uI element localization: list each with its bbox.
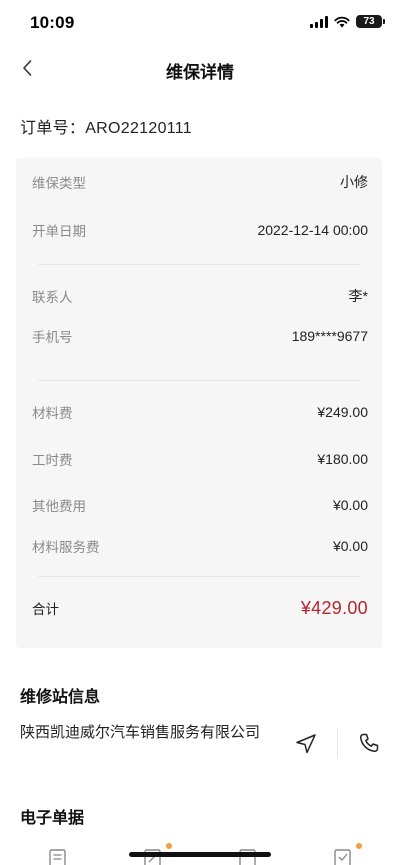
nav-bar: 维保详情 xyxy=(0,46,400,90)
phone-label: 手机号 xyxy=(32,330,73,345)
status-icons: 73 xyxy=(310,15,385,28)
divider xyxy=(38,264,360,265)
phone-icon[interactable] xyxy=(357,731,381,755)
order-number: 订单号：ARO22120111 xyxy=(20,120,192,137)
station-name: 陕西凯迪威尔汽车销售服务有限公司 xyxy=(20,724,261,741)
maintenance-type-value: 小修 xyxy=(340,174,368,190)
notification-dot xyxy=(166,843,172,849)
home-indicator xyxy=(129,852,271,857)
status-bar: 10:09 73 xyxy=(0,0,400,46)
document-icon[interactable] xyxy=(46,848,70,865)
total-value: ¥429.00 xyxy=(300,597,368,618)
open-date-value: 2022-12-14 00:00 xyxy=(257,222,368,238)
notification-dot xyxy=(356,843,362,849)
row-maintenance-type: 维保类型 小修 xyxy=(32,172,368,192)
maintenance-details-card: 维保类型 小修 开单日期 2022-12-14 00:00 联系人 李* 手机号… xyxy=(16,158,382,648)
phone-value: 189****9677 xyxy=(291,328,368,344)
labor-fee-label: 工时费 xyxy=(32,453,73,468)
maintenance-type-label: 维保类型 xyxy=(32,176,86,191)
row-open-date: 开单日期 2022-12-14 00:00 xyxy=(32,220,368,240)
row-material-service-fee: 材料服务费 ¥0.00 xyxy=(32,536,368,556)
total-label: 合计 xyxy=(32,602,59,617)
document-check-icon[interactable] xyxy=(331,848,355,865)
wifi-icon xyxy=(334,16,350,27)
divider xyxy=(38,380,360,381)
contact-label: 联系人 xyxy=(32,290,73,305)
status-time: 10:09 xyxy=(30,13,75,32)
row-total: 合计 ¥429.00 xyxy=(32,598,368,618)
row-other-fee: 其他费用 ¥0.00 xyxy=(32,495,368,515)
row-phone: 手机号 189****9677 xyxy=(32,326,368,346)
page-title: 维保详情 xyxy=(166,63,234,82)
battery-icon: 73 xyxy=(356,15,385,28)
material-fee-label: 材料费 xyxy=(32,406,73,421)
other-fee-label: 其他费用 xyxy=(32,499,86,514)
contact-value: 李* xyxy=(348,288,368,304)
documents-section-title: 电子单据 xyxy=(20,810,85,827)
open-date-label: 开单日期 xyxy=(32,224,86,239)
battery-level: 73 xyxy=(363,16,375,27)
material-service-fee-value: ¥0.00 xyxy=(332,538,368,554)
navigate-icon[interactable] xyxy=(293,731,319,757)
material-fee-value: ¥249.00 xyxy=(317,404,368,420)
labor-fee-value: ¥180.00 xyxy=(317,451,368,467)
row-labor-fee: 工时费 ¥180.00 xyxy=(32,449,368,469)
divider xyxy=(38,576,360,577)
material-service-fee-label: 材料服务费 xyxy=(32,540,100,555)
other-fee-value: ¥0.00 xyxy=(332,497,368,513)
station-section-title: 维修站信息 xyxy=(20,689,101,706)
row-contact: 联系人 李* xyxy=(32,286,368,306)
divider xyxy=(337,728,338,758)
signal-icon xyxy=(310,15,328,28)
row-material-fee: 材料费 ¥249.00 xyxy=(32,402,368,422)
